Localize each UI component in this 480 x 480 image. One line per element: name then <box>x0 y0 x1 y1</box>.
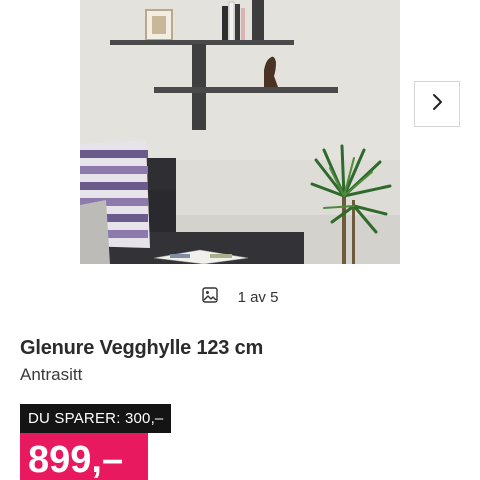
image-icon <box>201 286 218 308</box>
product-title: Glenure Vegghylle 123 cm <box>20 337 264 359</box>
next-image-button[interactable] <box>414 81 460 127</box>
image-counter: 1 av 5 <box>0 284 480 310</box>
product-variant: Antrasitt <box>20 365 83 384</box>
chevron-right-icon <box>430 93 444 116</box>
saving-badge: DU SPARER: 300,– <box>20 404 172 433</box>
product-image[interactable] <box>80 0 400 264</box>
price-badge: 899,– <box>20 433 148 480</box>
image-counter-text: 1 av 5 <box>237 288 279 306</box>
product-info: Glenure Vegghylle 123 cm Antrasitt <box>20 334 460 386</box>
product-gallery <box>0 0 480 270</box>
product-photo-illustration <box>80 0 400 264</box>
